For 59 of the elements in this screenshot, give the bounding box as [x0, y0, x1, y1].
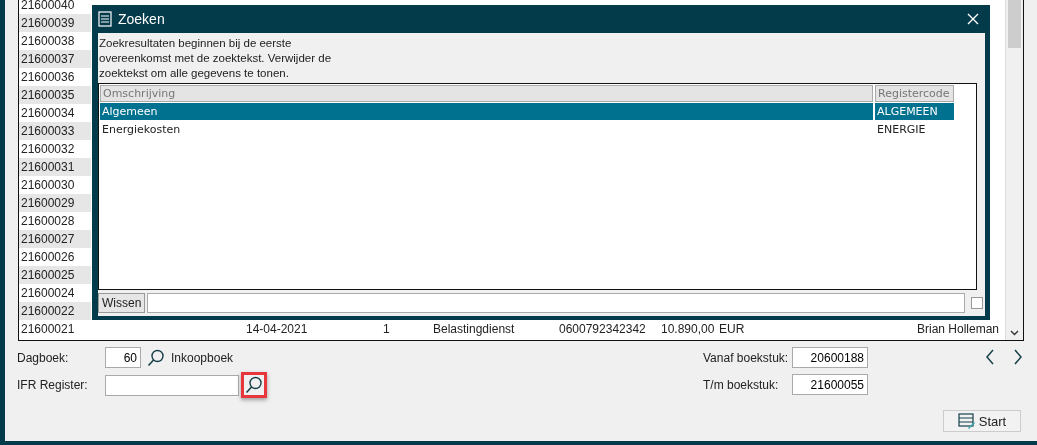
- table-cell-text: 1: [382, 321, 391, 338]
- input-field[interactable]: 60: [105, 347, 141, 368]
- table-cell-text: 21600028: [20, 213, 76, 230]
- chevron-right-icon: [1013, 349, 1023, 365]
- chevron-left-icon: [985, 349, 995, 365]
- search-field[interactable]: [147, 293, 966, 313]
- table-cell-text: 21600021: [20, 321, 76, 338]
- clear-button[interactable]: Wissen: [98, 293, 146, 313]
- list-cell[interactable]: Algemeen: [100, 103, 873, 120]
- table-cell-text: 21600024: [20, 285, 76, 302]
- checkbox[interactable]: [971, 297, 984, 309]
- column-header[interactable]: Registercode: [875, 85, 954, 102]
- input-field[interactable]: 20600188: [792, 347, 868, 368]
- list-cell[interactable]: ALGEMEEN: [875, 103, 954, 120]
- table-cell: 21600022: [19, 302, 91, 320]
- list-cell[interactable]: Energiekosten: [100, 121, 873, 138]
- table-cell-text: 21600038: [20, 33, 76, 50]
- table-cell-text: 21600026: [20, 249, 76, 266]
- table-cell-text: 21600036: [20, 69, 76, 86]
- field-label: Dagboek:: [17, 350, 70, 365]
- column-header[interactable]: Omschrijving: [100, 85, 873, 102]
- table-cell-text: EUR: [718, 321, 746, 338]
- input-field[interactable]: [105, 374, 239, 396]
- list-edit-icon: [957, 413, 976, 429]
- close-icon: [967, 13, 979, 25]
- search-icon: [245, 376, 263, 394]
- table-cell-text: 21600040: [20, 0, 76, 14]
- field-label: T/m boekstuk:: [703, 377, 780, 392]
- table-cell: 21600027: [19, 230, 91, 248]
- scrollbar[interactable]: [1005, 0, 1023, 340]
- scroll-thumb[interactable]: [1008, 0, 1021, 48]
- journal-name: Inkoopboek: [171, 350, 234, 365]
- input-field[interactable]: 21600055: [792, 374, 868, 395]
- table-cell: 21600035: [19, 86, 91, 104]
- dialog-title: Zoeken: [118, 11, 165, 27]
- table-cell: 21600031: [19, 158, 91, 176]
- table-cell: 21600029: [19, 194, 91, 212]
- table-cell: 21600039: [19, 14, 91, 32]
- table-cell-text: 21600030: [20, 177, 76, 194]
- table-cell-text: Brian Holleman: [916, 321, 1001, 338]
- search-icon: [147, 348, 165, 367]
- search-button[interactable]: [241, 372, 267, 398]
- table-cell: 21600037: [19, 50, 91, 68]
- field-label: Vanaf boekstuk:: [703, 350, 787, 365]
- list-cell[interactable]: ENERGIE: [875, 121, 954, 138]
- table-cell-text: 0600792342342: [558, 321, 647, 338]
- close-button[interactable]: [967, 13, 979, 25]
- table-cell-text: 14-04-2021: [245, 321, 309, 338]
- table-cell-text: 21600034: [20, 105, 76, 122]
- field-label: IFR Register:: [17, 378, 89, 392]
- table-cell-text: Belastingdienst: [432, 321, 516, 338]
- list-icon: [98, 11, 112, 27]
- description-text: Zoekresultaten beginnen bij de eerste overeenkomst met de zoektekst. Verwijder de zoektekst om alle gegevens te tonen.: [98, 36, 333, 81]
- table-cell: 21600033: [19, 122, 91, 140]
- table-cell-text: 10.890,00: [660, 321, 716, 338]
- start-button[interactable]: Start: [943, 410, 1021, 432]
- chevron-down-icon[interactable]: [1010, 330, 1019, 336]
- table-cell-text: 21600032: [20, 141, 76, 158]
- table-cell: 21600025: [19, 266, 91, 284]
